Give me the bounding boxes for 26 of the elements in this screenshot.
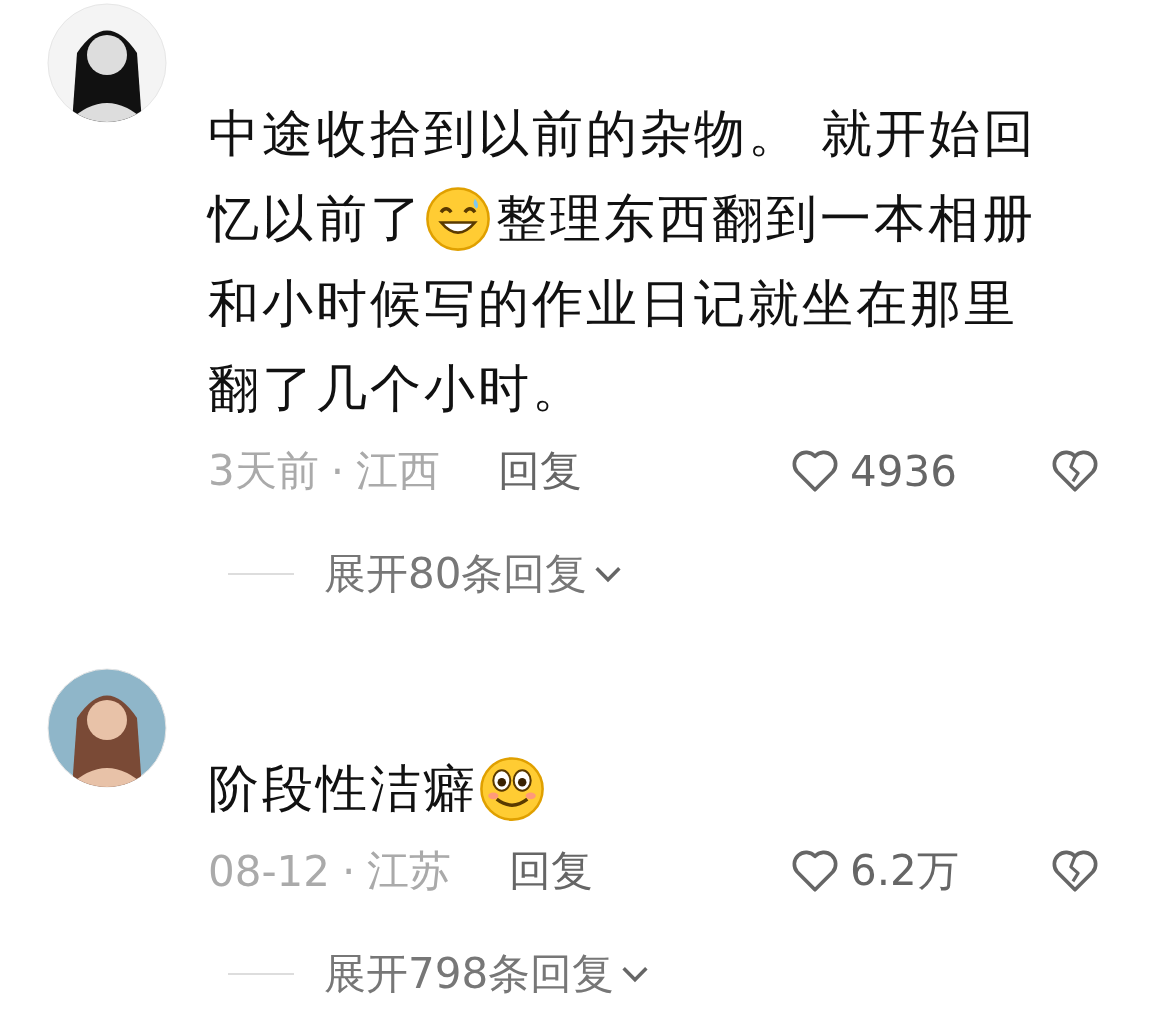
smiling-face-icon [478, 754, 546, 823]
separator-dot: · [330, 446, 345, 496]
reply-button[interactable]: 回复 [509, 843, 594, 899]
heart-icon [790, 448, 840, 494]
expand-replies-button[interactable]: 展开798条回复 [324, 945, 653, 1002]
separator-dot: · [342, 846, 356, 896]
location: 江西 [356, 445, 441, 497]
like-button[interactable]: 6.2万 [790, 843, 990, 899]
reply-button[interactable]: 回复 [498, 443, 583, 499]
location: 江苏 [367, 845, 452, 897]
avatar[interactable] [47, 3, 167, 123]
broken-heart-icon[interactable] [1050, 448, 1100, 494]
avatar[interactable] [47, 668, 167, 788]
comment-text: 中途收拾到以前的杂物。 就开始回 [208, 103, 1038, 165]
comment-text: 翻了几个小时。 [208, 358, 586, 420]
comment-text: 忆以前了 [208, 188, 424, 250]
grinning-face-icon [424, 184, 492, 253]
broken-heart-icon[interactable] [1050, 848, 1100, 894]
heart-icon [790, 848, 840, 894]
timestamp: 3天前 [208, 445, 319, 497]
expand-replies-button[interactable]: 展开80条回复 [324, 545, 626, 602]
comment-text: 整理东西翻到一本相册 [496, 188, 1036, 250]
like-button[interactable]: 4936 [790, 446, 990, 496]
comment-text: 阶段性洁癖 [208, 758, 478, 820]
comment-text: 和小时候写的作业日记就坐在那里 [208, 273, 1018, 335]
timestamp: 08-12 [208, 846, 331, 896]
